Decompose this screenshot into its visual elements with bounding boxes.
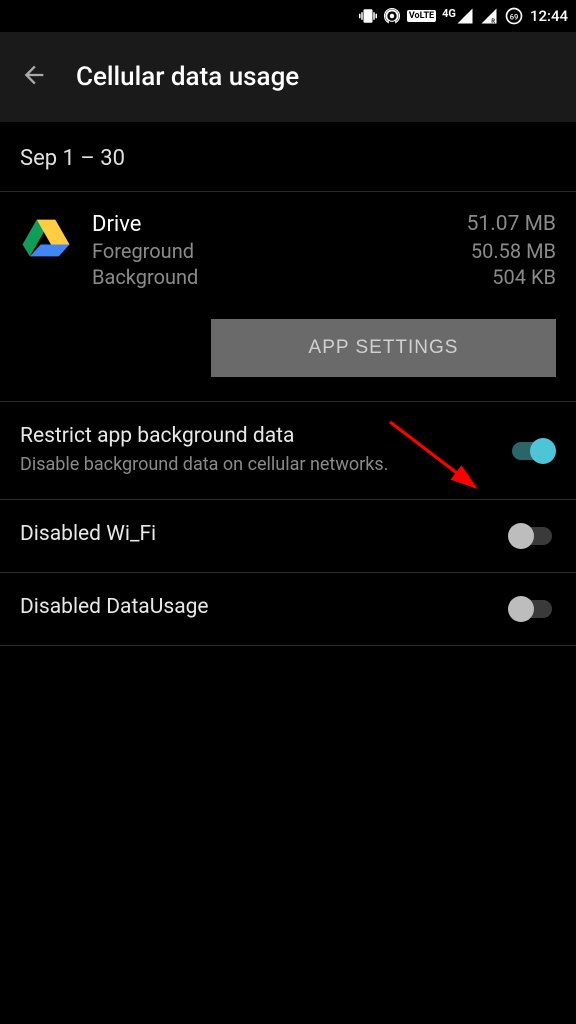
app-settings-button[interactable]: APP SETTINGS — [211, 319, 556, 377]
clock: 12:44 — [530, 7, 568, 25]
signal-icon — [456, 7, 474, 25]
back-icon[interactable] — [20, 61, 48, 93]
toggle-restrict-bg[interactable] — [508, 437, 556, 465]
svg-text:R: R — [491, 18, 495, 25]
setting-subtitle: Disable background data on cellular netw… — [20, 452, 488, 477]
background-label: Background — [92, 265, 198, 289]
volte-badge: VoLTE — [407, 10, 436, 22]
foreground-value: 50.58 MB — [471, 239, 556, 263]
setting-disabled-wifi[interactable]: Disabled Wi_Fi — [0, 500, 576, 573]
app-name: Drive — [92, 212, 141, 237]
setting-disabled-datausage[interactable]: Disabled DataUsage — [0, 573, 576, 646]
app-row: Drive 51.07 MB Foreground 50.58 MB Backg… — [0, 192, 576, 291]
toggle-wifi[interactable] — [508, 522, 556, 550]
date-range[interactable]: Sep 1 – 30 — [0, 122, 576, 192]
setting-title: Disabled Wi_Fi — [20, 522, 488, 546]
foreground-label: Foreground — [92, 239, 194, 263]
setting-title: Disabled DataUsage — [20, 595, 488, 619]
hotspot-icon — [383, 7, 401, 25]
svg-text:69: 69 — [510, 12, 519, 21]
battery-icon: 69 — [504, 6, 524, 26]
setting-restrict-bg-data[interactable]: Restrict app background data Disable bac… — [0, 402, 576, 500]
signal-roaming-icon: R — [480, 7, 498, 25]
app-total-usage: 51.07 MB — [467, 212, 556, 237]
status-bar: VoLTE 4G R 69 12:44 — [0, 0, 576, 32]
page-title: Cellular data usage — [76, 62, 299, 92]
network-type-label: 4G — [442, 7, 456, 20]
toggle-datausage[interactable] — [508, 595, 556, 623]
vibrate-icon — [359, 7, 377, 25]
setting-title: Restrict app background data — [20, 424, 488, 448]
drive-app-icon — [20, 212, 72, 264]
header: Cellular data usage — [0, 32, 576, 122]
background-value: 504 KB — [492, 265, 556, 289]
